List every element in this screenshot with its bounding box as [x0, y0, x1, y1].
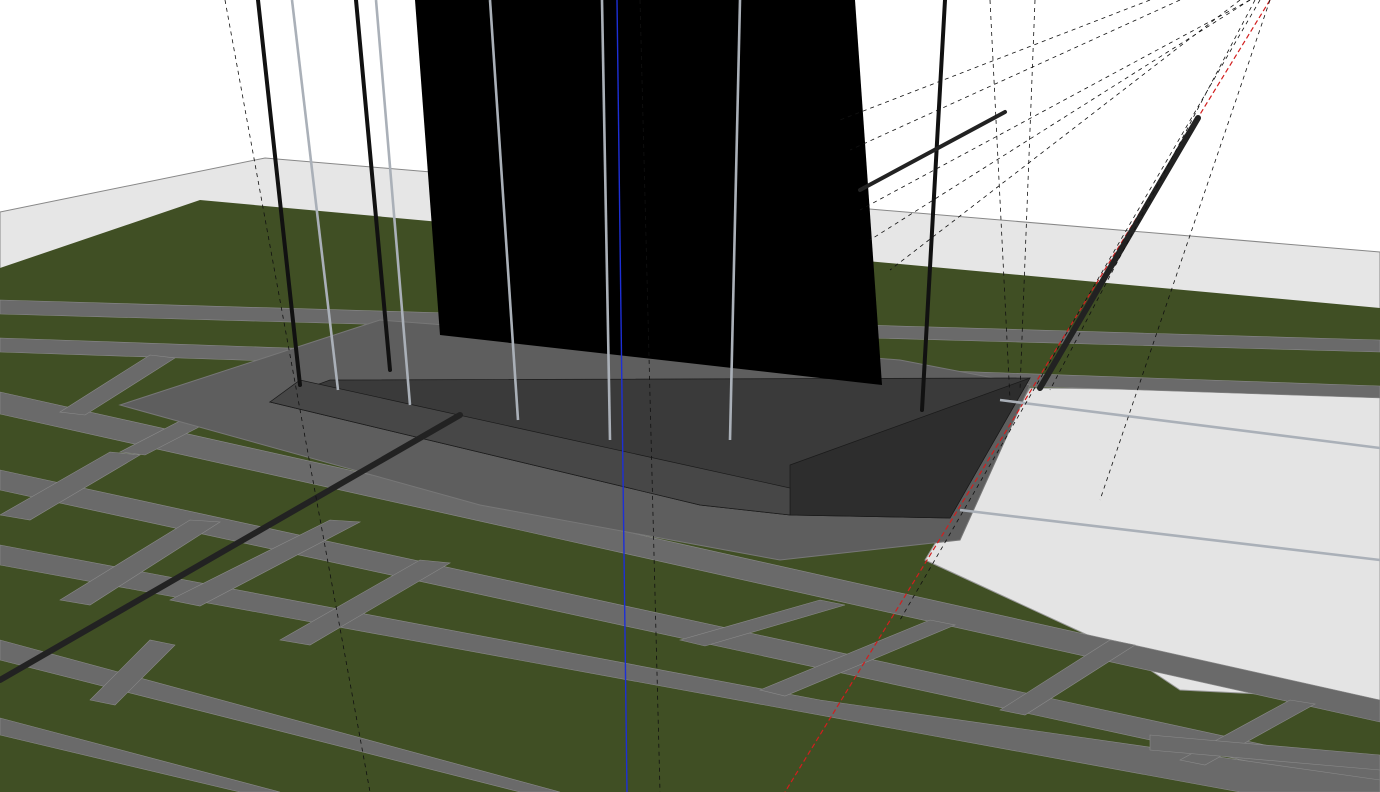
airport-model-scene[interactable]	[0, 0, 1380, 792]
3d-model-viewport[interactable]	[0, 0, 1380, 792]
tower-mass	[415, 0, 882, 385]
